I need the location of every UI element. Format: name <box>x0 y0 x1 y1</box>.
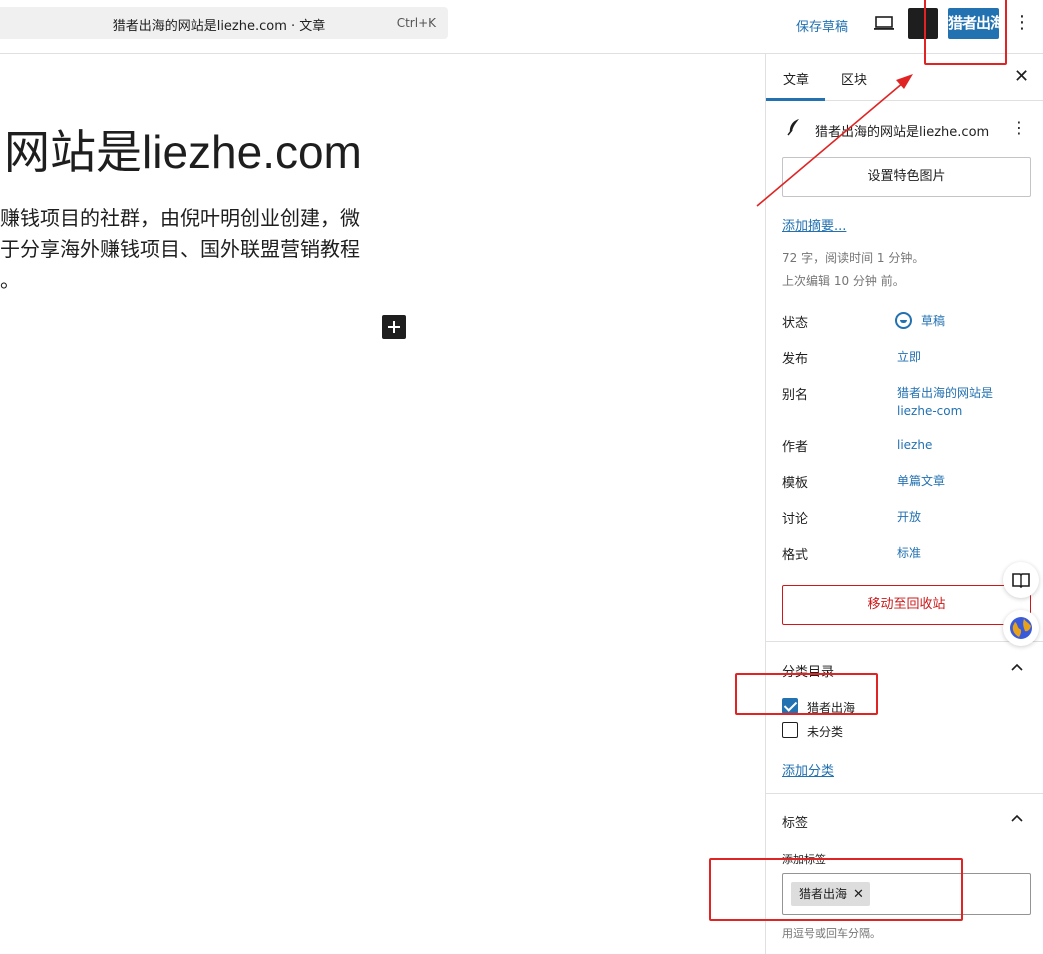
tag-help-text: 用逗号或回车分隔。 <box>782 927 881 940</box>
template-value[interactable]: 单篇文章 <box>897 472 945 490</box>
tag-chip-label: 猎者出海 <box>799 887 848 901</box>
status-draft-icon[interactable] <box>895 312 912 329</box>
format-label: 格式 <box>782 548 809 563</box>
slug-label: 别名 <box>782 388 809 403</box>
tag-input[interactable]: 猎者出海 ✕ <box>782 873 1031 915</box>
preview-button[interactable] <box>871 11 897 35</box>
status-value[interactable]: 草稿 <box>921 312 945 330</box>
active-tab-indicator <box>766 98 825 101</box>
discussion-label: 讨论 <box>782 512 809 527</box>
publish-button[interactable]: 猎者出海 <box>948 8 999 39</box>
book-button[interactable] <box>1003 562 1039 598</box>
book-icon <box>1012 573 1030 589</box>
discussion-value[interactable]: 开放 <box>897 508 921 526</box>
categories-panel-title[interactable]: 分类目录 <box>782 661 834 680</box>
tab-block[interactable]: 区块 <box>841 69 867 88</box>
globe-icon <box>1010 617 1032 639</box>
chevron-up-icon[interactable] <box>1011 813 1023 825</box>
format-value[interactable]: 标准 <box>897 544 921 562</box>
set-featured-image-button[interactable]: 设置特色图片 <box>782 157 1031 197</box>
document-title: 猎者出海的网站是liezhe.com · 文章 <box>112 19 326 34</box>
paragraph-line: 。 <box>0 268 20 292</box>
divider <box>766 793 1043 794</box>
slug-line: liezhe-com <box>897 404 963 418</box>
category-label[interactable]: 猎者出海 <box>807 699 855 716</box>
category-checkbox-uncategorized[interactable] <box>782 722 798 738</box>
settings-toggle-button[interactable] <box>908 8 938 39</box>
add-category-link[interactable]: 添加分类 <box>782 760 834 779</box>
category-label[interactable]: 未分类 <box>807 723 843 740</box>
publish-value[interactable]: 立即 <box>897 348 921 366</box>
author-label: 作者 <box>782 440 809 455</box>
last-edited: 上次编辑 10 分钟 前。 <box>782 274 905 288</box>
paragraph-line: 于分享海外赚钱项目、国外联盟营销教程 <box>0 237 360 261</box>
tags-panel-title[interactable]: 标签 <box>782 812 808 831</box>
slug-value[interactable]: 猎者出海的网站是 liezhe-com <box>897 384 993 420</box>
tab-post[interactable]: 文章 <box>783 69 809 88</box>
feather-icon <box>787 119 799 136</box>
post-actions-icon[interactable]: ⋮ <box>1011 118 1027 137</box>
add-block-button[interactable] <box>382 315 406 339</box>
template-label: 模板 <box>782 476 809 491</box>
post-paragraph[interactable]: 赚钱项目的社群，由倪叶明创业创建，微 于分享海外赚钱项目、国外联盟营销教程 。 <box>0 203 400 296</box>
slug-line: 猎者出海的网站是 <box>897 386 994 400</box>
publish-label: 发布 <box>782 352 809 367</box>
options-menu-icon[interactable]: ⋮ <box>1013 11 1031 35</box>
preview-icon <box>874 16 894 30</box>
save-draft-button[interactable]: 保存草稿 <box>796 16 848 35</box>
chevron-up-icon[interactable] <box>1011 662 1023 674</box>
post-title[interactable]: 网站是liezhe.com <box>4 116 362 182</box>
remove-tag-icon[interactable]: ✕ <box>853 887 864 902</box>
close-sidebar-icon[interactable]: ✕ <box>1014 66 1029 87</box>
paragraph-line: 赚钱项目的社群，由倪叶明创业创建，微 <box>0 206 360 230</box>
post-summary-title: 猎者出海的网站是liezhe.com <box>815 125 990 140</box>
status-label: 状态 <box>782 316 809 331</box>
command-palette-bar[interactable]: 猎者出海的网站是liezhe.com · 文章 Ctrl+K <box>0 7 448 39</box>
settings-sidebar: 文章 区块 ✕ 猎者出海的网站是liezhe.com ⋮ 设置特色图片 添加摘要… <box>765 54 1043 954</box>
add-excerpt-link[interactable]: 添加摘要... <box>782 215 846 234</box>
move-to-trash-button[interactable]: 移动至回收站 <box>782 585 1031 625</box>
category-checkbox-liezhe[interactable] <box>782 698 798 714</box>
author-value[interactable]: liezhe <box>897 436 932 454</box>
tag-chip: 猎者出海 ✕ <box>791 882 870 906</box>
word-count: 72 字，阅读时间 1 分钟。 <box>782 251 925 265</box>
shortcut-hint: Ctrl+K <box>396 16 436 30</box>
editor-header: 猎者出海的网站是liezhe.com · 文章 Ctrl+K 保存草稿 猎者出海… <box>0 0 1043 54</box>
sidebar-tabs: 文章 区块 ✕ <box>766 54 1043 101</box>
add-tag-label: 添加标签 <box>782 853 826 866</box>
globe-button[interactable] <box>1003 610 1039 646</box>
divider <box>766 641 1043 642</box>
